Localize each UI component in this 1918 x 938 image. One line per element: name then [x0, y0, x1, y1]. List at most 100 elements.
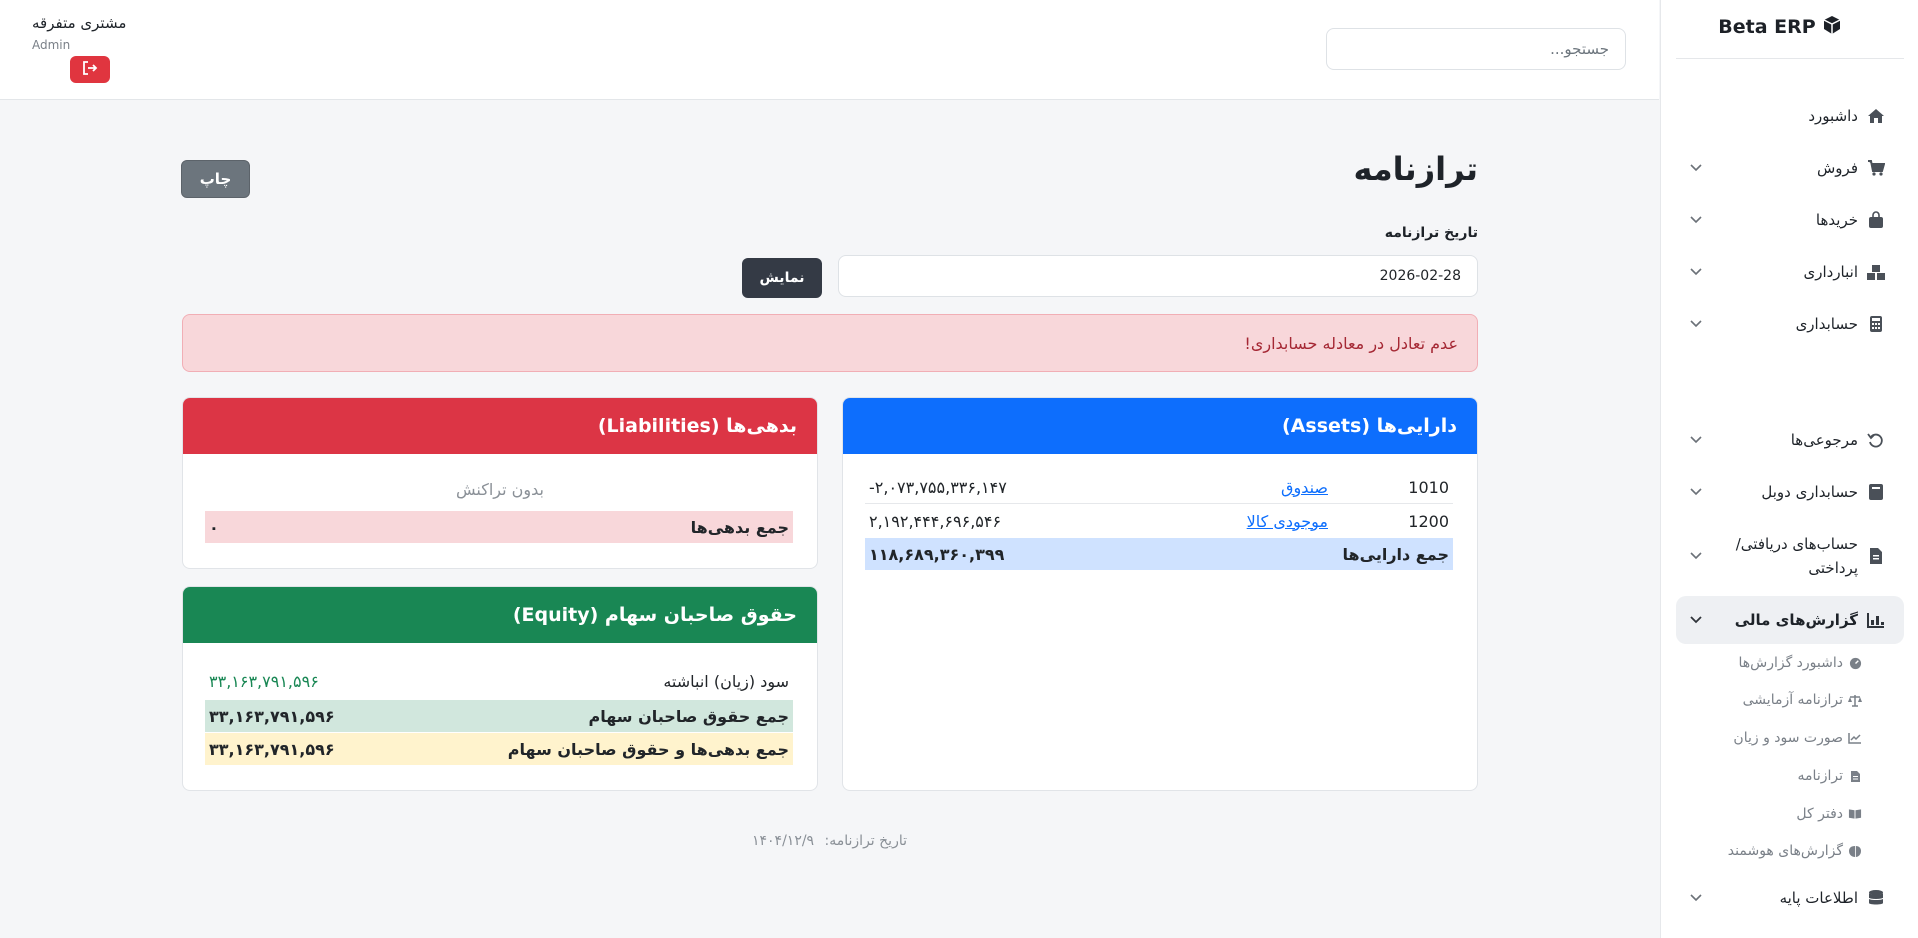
search-input[interactable]: [1326, 28, 1626, 70]
total-label: جمع بدهی‌ها: [690, 517, 789, 537]
sub-item-smart-reports[interactable]: گزارش‌های هوشمند: [1712, 839, 1862, 863]
retained-label: سود (زیان) انباشته: [663, 671, 789, 691]
footer-label: تاریخ ترازنامه:: [824, 833, 907, 849]
liabilities-card: بدهی‌ها (Liabilities) بدون تراکنش جمع بد…: [182, 397, 818, 569]
show-button[interactable]: نمایش: [742, 258, 822, 298]
account-code: 1010: [1408, 478, 1449, 497]
sidebar-item-sales[interactable]: فروش: [1676, 144, 1904, 192]
sidebar-item-financial-reports[interactable]: گزارش‌های مالی: [1676, 596, 1904, 644]
equity-total-row: جمع حقوق صاحبان سهام ۳۳,۱۶۳,۷۹۱,۵۹۶: [205, 700, 793, 732]
grand-total-amount: ۳۳,۱۶۳,۷۹۱,۵۹۶: [209, 739, 335, 759]
sidebar-item-dashboard[interactable]: داشبورد: [1676, 92, 1904, 140]
sidebar-item-accounting[interactable]: حسابداری: [1676, 300, 1904, 348]
chevron-down-icon: [1686, 888, 1706, 908]
grand-total-label: جمع بدهی‌ها و حقوق صاحبان سهام: [507, 739, 789, 759]
footer-date: تاریخ ترازنامه: ۱۴۰۴/۱۲/۹: [0, 833, 1659, 849]
sidebar-item-double-entry[interactable]: حسابداری دوبل: [1676, 468, 1904, 516]
sub-item-label: صورت سود و زیان: [1733, 730, 1843, 746]
footer-date-value: ۱۴۰۴/۱۲/۹: [752, 833, 815, 849]
date-field[interactable]: [838, 255, 1478, 297]
sub-item-income-statement[interactable]: صورت سود و زیان: [1712, 726, 1862, 750]
sub-item-balance-sheet[interactable]: ترازنامه: [1712, 764, 1862, 788]
chevron-down-icon: [1686, 430, 1706, 450]
account-amount: -۲,۰۷۳,۷۵۵,۳۳۶,۱۴۷: [869, 478, 1007, 497]
table-row: 1010 صندوق -۲,۰۷۳,۷۵۵,۳۳۶,۱۴۷: [865, 472, 1453, 504]
sidebar-item-label: مرجوعی‌ها: [1790, 431, 1858, 449]
chevron-down-icon: [1686, 482, 1706, 502]
chevron-down-icon: [1686, 314, 1706, 334]
chevron-down-icon: [1686, 546, 1706, 566]
brand-name: Beta ERP: [1718, 16, 1816, 38]
cart-icon: [1866, 158, 1886, 178]
sidebar-item-label: فروش: [1816, 159, 1858, 177]
line-chart-icon: [1848, 731, 1862, 745]
sidebar-item-label: اطلاعات پایه: [1779, 889, 1858, 907]
date-label: تاریخ ترازنامه: [1384, 225, 1478, 241]
assets-header: دارایی‌ها (Assets): [843, 398, 1477, 454]
sidebar-item-label: حسابداری دوبل: [1761, 483, 1858, 501]
invoice-icon: [1866, 546, 1886, 566]
boxes-icon: [1866, 262, 1886, 282]
sidebar-item-receivables-payables[interactable]: حساب‌های دریافتی/ پرداختی: [1676, 528, 1904, 584]
undo-icon: [1866, 430, 1886, 450]
total-label: جمع حقوق صاحبان سهام: [588, 706, 789, 726]
user-role: Admin: [32, 38, 71, 52]
chevron-down-icon: [1686, 158, 1706, 178]
table-row: سود (زیان) انباشته ۳۳,۱۶۳,۷۹۱,۵۹۶: [205, 665, 793, 697]
equity-card: حقوق صاحبان سهام (Equity) سود (زیان) انب…: [182, 586, 818, 791]
total-label: جمع دارایی‌ها: [1342, 544, 1449, 564]
sidebar-item-purchases[interactable]: خریدها: [1676, 196, 1904, 244]
liabilities-header: بدهی‌ها (Liabilities): [183, 398, 817, 454]
equity-title: حقوق صاحبان سهام (Equity): [512, 604, 797, 626]
sub-item-label: دفتر کل: [1796, 806, 1843, 822]
sidebar-item-label: گزارش‌های مالی: [1734, 611, 1858, 629]
sub-item-general-ledger[interactable]: دفتر کل: [1712, 802, 1862, 826]
database-icon: [1866, 888, 1886, 908]
topbar: مشتری متفرقه Admin: [0, 0, 1659, 100]
sub-item-label: گزارش‌های هوشمند: [1727, 843, 1843, 859]
logout-button[interactable]: [70, 56, 110, 83]
account-amount: ۲,۱۹۲,۴۴۴,۶۹۶,۵۴۶: [869, 511, 1002, 531]
assets-title: دارایی‌ها (Assets): [1282, 415, 1457, 437]
account-link[interactable]: صندوق: [1281, 478, 1328, 497]
account-link[interactable]: موجودی کالا: [1247, 512, 1328, 531]
brand-divider: [1676, 58, 1904, 59]
open-book-icon: [1848, 807, 1862, 821]
book-icon: [1866, 482, 1886, 502]
page-title: ترازنامه: [1353, 150, 1478, 188]
user-name: مشتری متفرقه: [32, 14, 127, 32]
print-button[interactable]: چاپ: [181, 160, 250, 198]
sub-item-trial-balance[interactable]: ترازنامه آزمایشی: [1712, 688, 1862, 712]
home-icon: [1866, 106, 1886, 126]
sub-item-label: ترازنامه آزمایشی: [1742, 692, 1843, 708]
assets-card: دارایی‌ها (Assets) 1010 صندوق -۲,۰۷۳,۷۵۵…: [842, 397, 1478, 791]
chart-icon: [1866, 610, 1886, 630]
file-icon: [1848, 769, 1862, 783]
alert-text: عدم تعادل در معادله حسابداری!: [1244, 333, 1458, 353]
brand[interactable]: Beta ERP: [1700, 14, 1860, 40]
total-amount: ۱۱۸,۶۸۹,۳۶۰,۳۹۹: [869, 544, 1005, 564]
sidebar-item-basic-info[interactable]: اطلاعات پایه: [1676, 874, 1904, 922]
liabilities-title: بدهی‌ها (Liabilities): [597, 415, 797, 437]
table-row: 1200 موجودی کالا ۲,۱۹۲,۴۴۴,۶۹۶,۵۴۶: [865, 505, 1453, 537]
sidebar-item-inventory[interactable]: انبارداری: [1676, 248, 1904, 296]
retained-amount: ۳۳,۱۶۳,۷۹۱,۵۹۶: [209, 671, 319, 691]
bag-icon: [1866, 210, 1886, 230]
sub-item-label: داشبورد گزارش‌ها: [1738, 655, 1843, 671]
logout-icon: [82, 61, 98, 78]
cube-icon: [1822, 15, 1842, 40]
assets-total-row: جمع دارایی‌ها ۱۱۸,۶۸۹,۳۶۰,۳۹۹: [865, 538, 1453, 570]
sidebar-item-label: حساب‌های دریافتی/ پرداختی: [1735, 535, 1858, 577]
account-code: 1200: [1408, 511, 1449, 531]
calculator-icon: [1866, 314, 1886, 334]
sub-item-label: ترازنامه: [1797, 768, 1843, 784]
sidebar: Beta ERP داشبورد فروش خریدها انبارداری ح…: [1660, 0, 1918, 938]
empty-state: بدون تراکنش: [456, 480, 544, 499]
chevron-down-icon: [1686, 210, 1706, 230]
sidebar-item-label: داشبورد: [1808, 107, 1858, 125]
sub-item-reports-dashboard[interactable]: داشبورد گزارش‌ها: [1712, 651, 1862, 675]
chevron-down-icon: [1686, 610, 1706, 630]
total-amount: ۳۳,۱۶۳,۷۹۱,۵۹۶: [209, 706, 335, 726]
sidebar-item-returns[interactable]: مرجوعی‌ها: [1676, 416, 1904, 464]
scale-icon: [1848, 693, 1862, 707]
